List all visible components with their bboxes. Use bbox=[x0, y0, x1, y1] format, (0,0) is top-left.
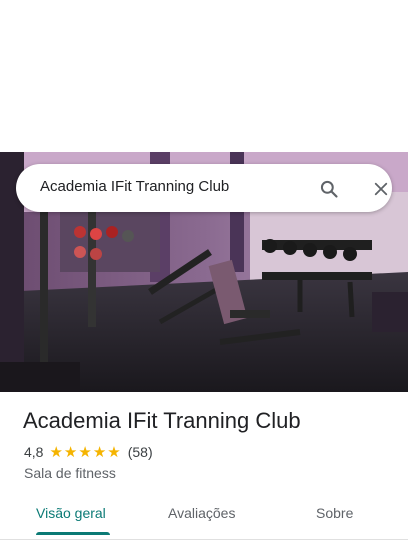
tab-about[interactable]: Sobre bbox=[316, 505, 353, 521]
star-icon: ★ bbox=[78, 443, 92, 461]
place-category: Sala de fitness bbox=[24, 465, 116, 481]
search-bar[interactable]: Academia IFit Tranning Club bbox=[16, 164, 392, 212]
tabs-divider bbox=[0, 539, 408, 540]
rating-row: 4,8 ★ ★ ★ ★ ★ (58) bbox=[24, 444, 153, 460]
close-icon[interactable] bbox=[366, 174, 396, 204]
star-rating: ★ ★ ★ ★ ★ bbox=[49, 445, 121, 460]
rating-value: 4,8 bbox=[24, 444, 44, 460]
star-icon: ★ bbox=[107, 443, 121, 461]
tab-overview[interactable]: Visão geral bbox=[36, 505, 106, 521]
star-icon: ★ bbox=[63, 443, 78, 461]
tab-reviews[interactable]: Avaliações bbox=[168, 505, 235, 521]
search-icon[interactable] bbox=[314, 174, 344, 204]
search-input[interactable]: Academia IFit Tranning Club bbox=[40, 178, 229, 195]
star-icon: ★ bbox=[92, 443, 107, 461]
place-tabs: Visão geral Avaliações Sobre bbox=[0, 496, 408, 536]
review-count[interactable]: (58) bbox=[128, 444, 153, 460]
star-icon: ★ bbox=[49, 443, 63, 461]
active-tab-indicator bbox=[36, 532, 110, 535]
place-title: Academia IFit Tranning Club bbox=[23, 408, 301, 433]
map-blank-area bbox=[0, 0, 408, 152]
